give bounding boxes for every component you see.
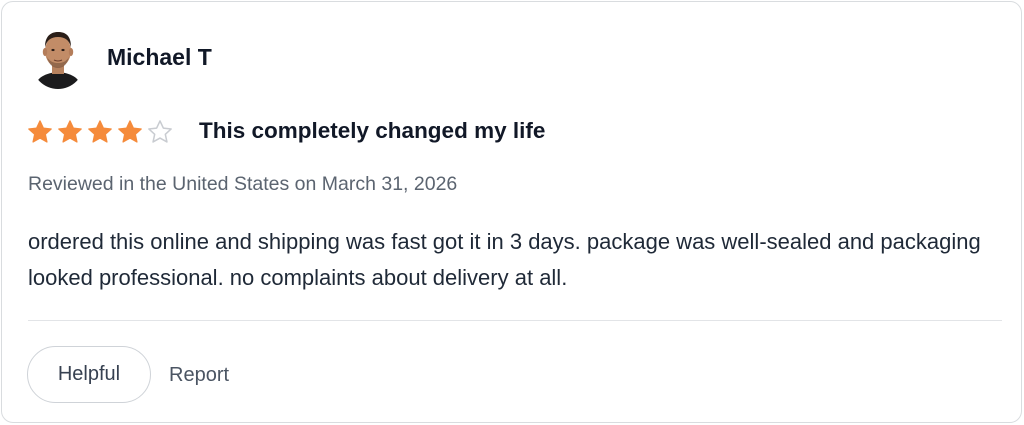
review-card: Michael T This completely changed my lif…: [1, 1, 1022, 423]
star-filled-icon: [88, 120, 112, 143]
review-body: ordered this online and shipping was fas…: [28, 229, 981, 290]
reviewer-name: Michael T: [107, 44, 212, 70]
star-empty-icon: [148, 120, 172, 143]
star-filled-icon: [118, 120, 142, 143]
review-meta: Reviewed in the United States on March 3…: [28, 173, 458, 195]
divider: [28, 320, 1002, 321]
report-link[interactable]: Report: [169, 360, 229, 390]
star-filled-icon: [58, 120, 82, 143]
avatar: [32, 27, 84, 89]
review-title: This completely changed my life: [199, 118, 546, 143]
star-rating: [27, 118, 177, 146]
star-filled-icon: [28, 120, 52, 143]
helpful-button[interactable]: Helpful: [27, 346, 151, 403]
person-photo-icon: [32, 27, 84, 89]
